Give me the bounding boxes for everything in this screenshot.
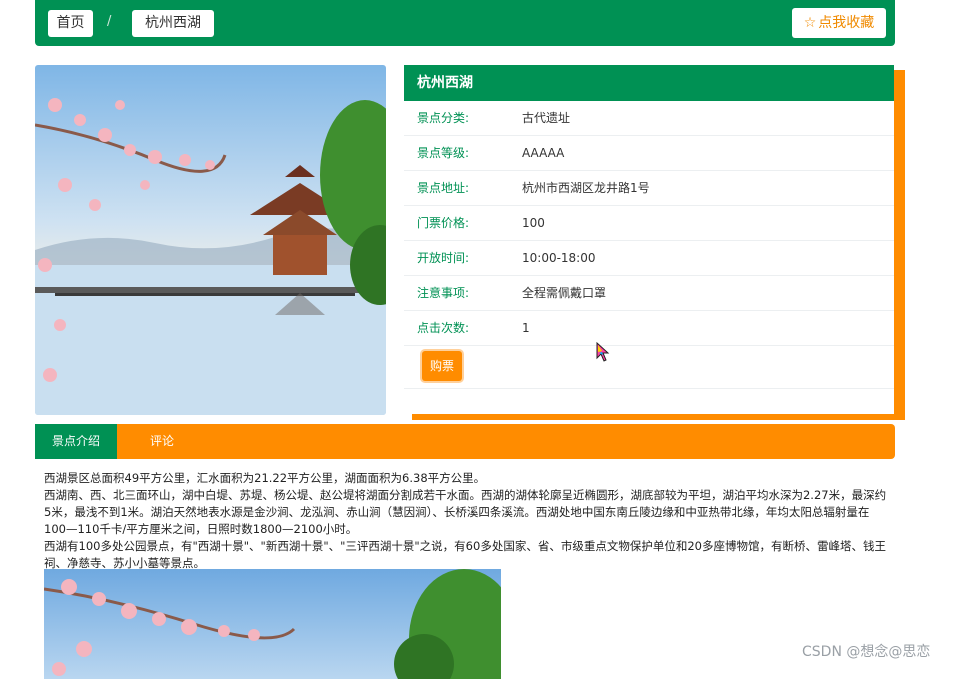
info-value: 1 (522, 321, 530, 335)
intro-content: 西湖景区总面积49平方公里，汇水面积为21.22平方公里，湖面面积为6.38平方… (44, 470, 889, 572)
info-row-price: 门票价格: 100 (404, 206, 894, 241)
info-key: 门票价格: (417, 216, 470, 230)
mouse-cursor-icon (596, 341, 610, 366)
intro-photo (44, 569, 501, 679)
favorite-button[interactable]: ☆ 点我收藏 (792, 8, 886, 38)
tab-bar: 景点介绍 评论 (35, 424, 895, 459)
info-row-clicks: 点击次数: 1 (404, 311, 894, 346)
info-key: 景点分类: (417, 111, 470, 125)
info-row-address: 景点地址: 杭州市西湖区龙井路1号 (404, 171, 894, 206)
info-value: 10:00-18:00 (522, 251, 596, 265)
tab-intro[interactable]: 景点介绍 (35, 424, 117, 459)
top-navigation-bar: 首页 / 杭州西湖 ☆ 点我收藏 (35, 0, 895, 46)
info-value: 全程需佩戴口罩 (522, 286, 607, 300)
info-value: 杭州市西湖区龙井路1号 (522, 181, 650, 195)
info-row-hours: 开放时间: 10:00-18:00 (404, 241, 894, 276)
intro-paragraph: 西湖有100多处公园景点，有"西湖十景"、"新西湖十景"、"三评西湖十景"之说，… (44, 539, 886, 570)
spot-title: 杭州西湖 (404, 65, 894, 101)
intro-paragraph: 西湖南、西、北三面环山，湖中白堤、苏堤、杨公堤、赵公堤将湖面分割成若干水面。西湖… (44, 488, 887, 536)
intro-paragraph: 西湖景区总面积49平方公里，汇水面积为21.22平方公里，湖面面积为6.38平方… (44, 471, 486, 485)
scenic-photo (35, 65, 386, 415)
info-key: 点击次数: (417, 321, 470, 335)
info-key: 景点等级: (417, 146, 470, 160)
watermark: CSDN @想念@思恋 (802, 644, 931, 660)
info-key: 注意事项: (417, 286, 470, 300)
breadcrumb-current[interactable]: 杭州西湖 (132, 10, 214, 37)
info-value: 100 (522, 216, 545, 230)
info-row-category: 景点分类: 古代遗址 (404, 101, 894, 136)
info-value: 古代遗址 (522, 111, 571, 125)
favorite-button-label: 点我收藏 (818, 15, 875, 31)
breadcrumb-home-link[interactable]: 首页 (48, 10, 93, 37)
star-outline-icon: ☆ (803, 15, 817, 31)
buy-ticket-button[interactable]: 购票 (422, 351, 462, 381)
info-key: 开放时间: (417, 251, 470, 265)
buy-row: 购票 (404, 346, 894, 389)
breadcrumb-separator: / (107, 14, 112, 29)
tab-comments[interactable]: 评论 (117, 424, 207, 459)
info-row-level: 景点等级: AAAAA (404, 136, 894, 171)
info-row-notice: 注意事项: 全程需佩戴口罩 (404, 276, 894, 311)
info-key: 景点地址: (417, 181, 470, 195)
info-value: AAAAA (522, 146, 565, 160)
spot-info-card: 杭州西湖 景点分类: 古代遗址 景点等级: AAAAA 景点地址: 杭州市西湖区… (404, 65, 894, 414)
